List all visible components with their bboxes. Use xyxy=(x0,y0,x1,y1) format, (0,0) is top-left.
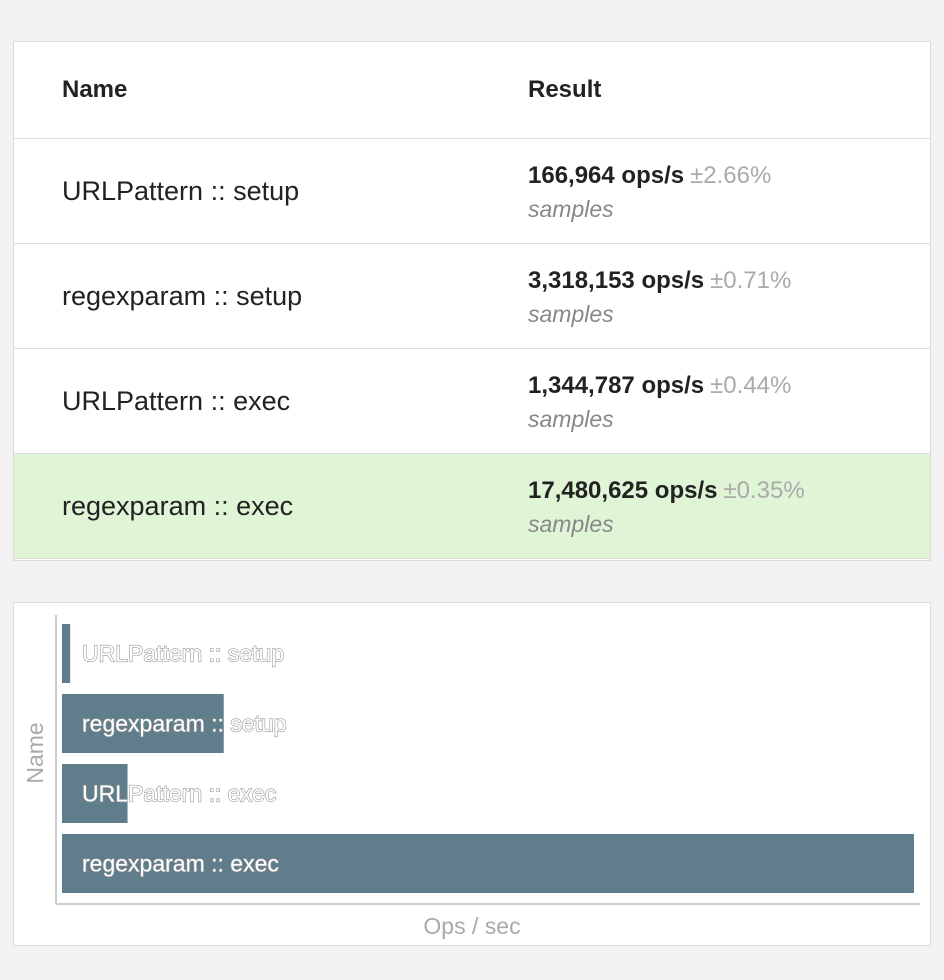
x-axis-label: Ops / sec xyxy=(423,913,520,939)
benchmark-name: regexparam :: setup xyxy=(14,243,528,349)
bar-chart-card: URLPattern :: setupregexparam :: setupUR… xyxy=(13,602,931,946)
error-margin: ±0.35% xyxy=(723,477,805,504)
benchmark-result: 1,344,787 ops/s ±0.44% samples xyxy=(528,348,930,454)
bars-group: URLPattern :: setupregexparam :: setupUR… xyxy=(62,624,914,893)
table-header-row: Name Result xyxy=(14,42,930,139)
results-table: Name Result URLPattern :: setup 166,964 … xyxy=(14,42,930,559)
benchmark-result: 17,480,625 ops/s ±0.35% samples xyxy=(528,453,930,559)
samples-link[interactable]: samples xyxy=(528,406,930,433)
bar-0 xyxy=(62,624,71,683)
results-table-card: Name Result URLPattern :: setup 166,964 … xyxy=(13,41,931,561)
benchmark-name: URLPattern :: exec xyxy=(14,348,528,454)
result-column-header: Result xyxy=(528,42,930,139)
table-row-fastest: regexparam :: exec 17,480,625 ops/s ±0.35… xyxy=(14,453,930,559)
y-axis-label: Name xyxy=(22,722,48,783)
benchmark-name: regexparam :: exec xyxy=(14,453,528,559)
error-margin: ±0.44% xyxy=(710,372,792,399)
samples-link[interactable]: samples xyxy=(528,511,930,538)
table-row: regexparam :: setup 3,318,153 ops/s ±0.71… xyxy=(14,243,930,349)
table-row: URLPattern :: exec 1,344,787 ops/s ±0.44%… xyxy=(14,348,930,454)
error-margin: ±2.66% xyxy=(690,162,772,189)
samples-link[interactable]: samples xyxy=(528,196,930,223)
benchmark-name: URLPattern :: setup xyxy=(14,138,528,244)
benchmark-result: 166,964 ops/s ±2.66% samples xyxy=(528,138,930,244)
ops-per-sec: 17,480,625 ops/s xyxy=(528,477,718,504)
ops-per-sec: 1,344,787 ops/s xyxy=(528,372,705,399)
bar-label-1: regexparam :: setup xyxy=(82,711,287,737)
bar-label-3: regexparam :: exec xyxy=(82,851,279,877)
ops-per-sec: 166,964 ops/s xyxy=(528,162,685,189)
bar-label-2: URLPattern :: exec xyxy=(82,781,276,807)
samples-link[interactable]: samples xyxy=(528,301,930,328)
name-column-header: Name xyxy=(14,42,528,139)
bar-chart: URLPattern :: setupregexparam :: setupUR… xyxy=(22,615,920,939)
benchmark-result: 3,318,153 ops/s ±0.71% samples xyxy=(528,243,930,349)
ops-per-sec: 3,318,153 ops/s xyxy=(528,267,705,294)
error-margin: ±0.71% xyxy=(710,267,792,294)
bar-label-0: URLPattern :: setup xyxy=(82,641,284,667)
table-row: URLPattern :: setup 166,964 ops/s ±2.66% … xyxy=(14,138,930,244)
